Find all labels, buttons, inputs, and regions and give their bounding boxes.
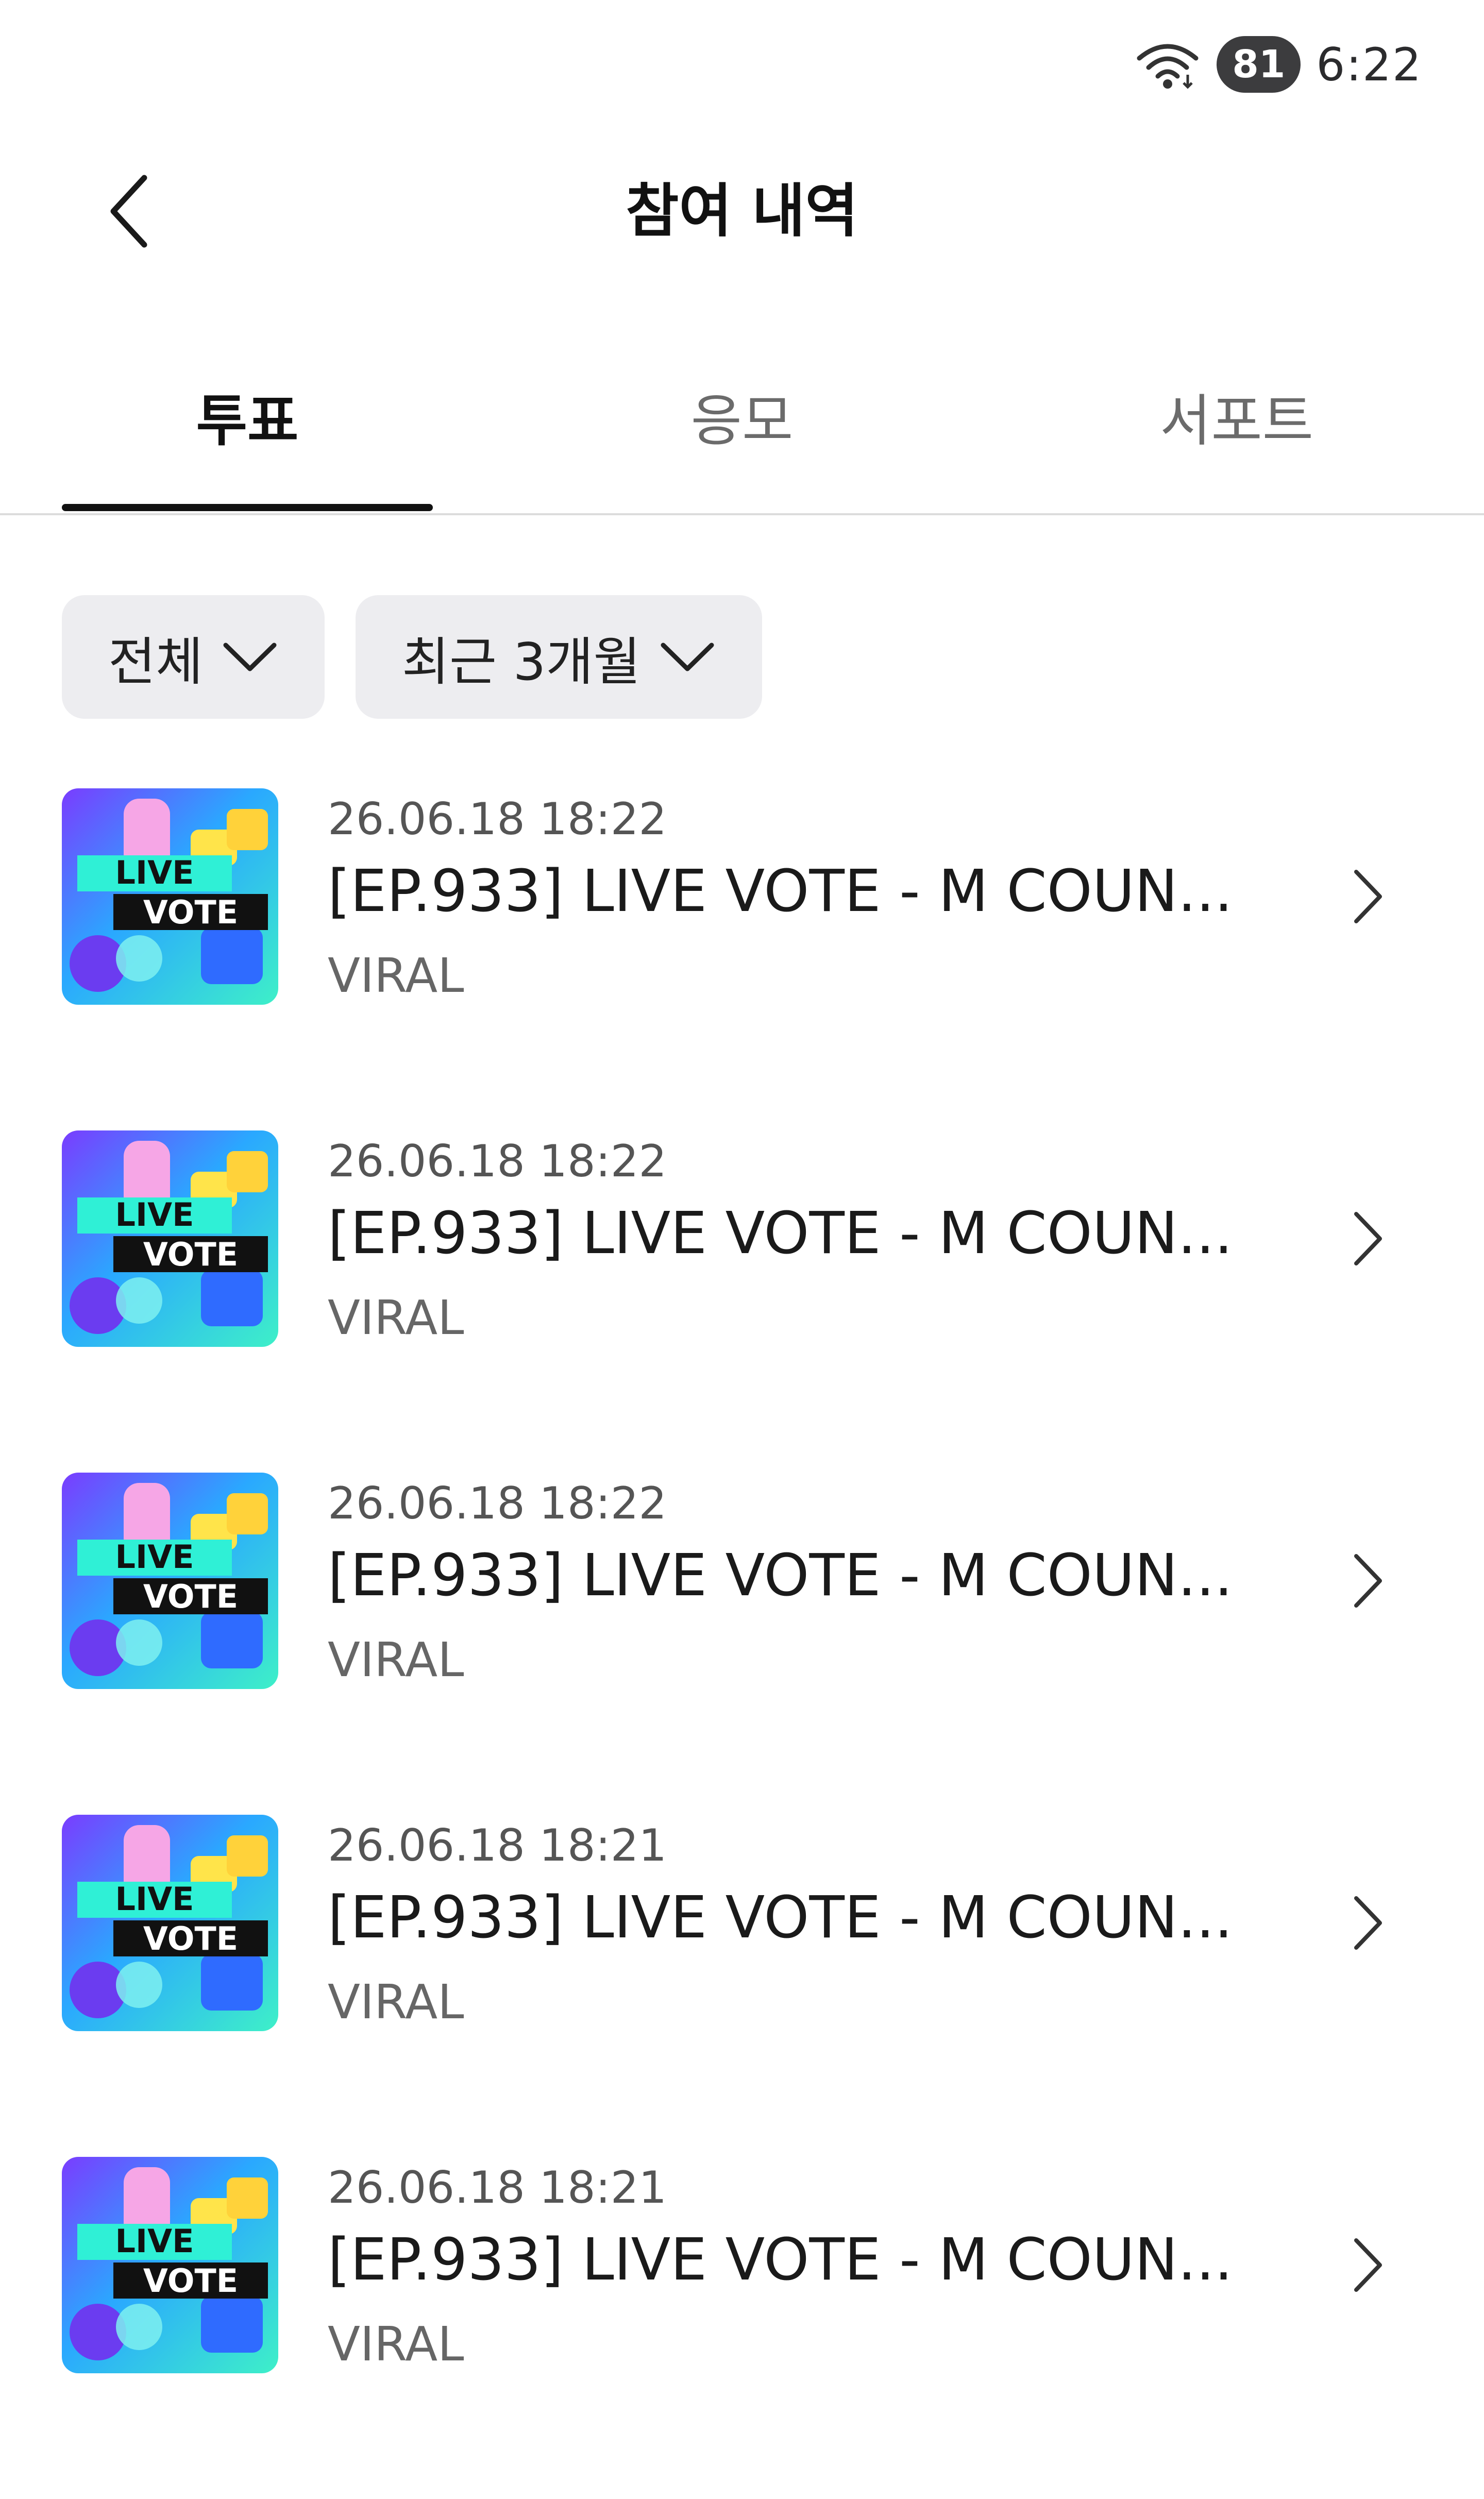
filter-bar: 전체 최근 3개월 xyxy=(62,595,763,719)
live-vote-thumbnail: LIVE VOTE xyxy=(62,788,278,1005)
chevron-down-icon xyxy=(223,643,277,671)
list-item[interactable]: LIVE VOTE 26.06.18 18:22 [EP.933] LIVE V… xyxy=(0,1130,1484,1473)
thumbnail-text-live: LIVE xyxy=(115,854,194,891)
battery-indicator: 81 xyxy=(1217,36,1301,93)
thumbnail-text-vote: VOTE xyxy=(143,2262,238,2300)
participation-list: LIVE VOTE 26.06.18 18:22 [EP.933] LIVE V… xyxy=(0,788,1484,2499)
type-filter-label: 전체 xyxy=(108,631,203,692)
period-filter-dropdown[interactable]: 최근 3개월 xyxy=(356,595,763,719)
item-title: [EP.933] LIVE VOTE - M COUN... xyxy=(328,1884,1233,1951)
item-title: [EP.933] LIVE VOTE - M COUN... xyxy=(328,2226,1233,2293)
item-subtitle: VIRAL xyxy=(328,1632,464,1687)
type-filter-dropdown[interactable]: 전체 xyxy=(62,595,325,719)
thumbnail-text-live: LIVE xyxy=(115,1538,194,1576)
item-title: [EP.933] LIVE VOTE - M COUN... xyxy=(328,1200,1233,1267)
chevron-right-icon xyxy=(1354,1896,1382,1950)
status-bar: 81 6:22 xyxy=(1134,31,1422,98)
item-subtitle: VIRAL xyxy=(328,1974,464,2030)
live-vote-thumbnail: LIVE VOTE xyxy=(62,1130,278,1347)
chevron-down-icon xyxy=(661,643,714,671)
thumbnail-text-vote: VOTE xyxy=(143,1920,238,1957)
item-date: 26.06.18 18:22 xyxy=(328,1136,667,1187)
thumbnail-text-vote: VOTE xyxy=(143,1578,238,1615)
list-item[interactable]: LIVE VOTE 26.06.18 18:22 [EP.933] LIVE V… xyxy=(0,1473,1484,1815)
item-title: [EP.933] LIVE VOTE - M COUN... xyxy=(328,1542,1233,1609)
chevron-right-icon xyxy=(1354,1212,1382,1265)
tab-vote[interactable]: 투표 xyxy=(0,350,495,513)
thumbnail-text-vote: VOTE xyxy=(143,1236,238,1273)
thumbnail-text-vote: VOTE xyxy=(143,893,238,931)
item-date: 26.06.18 18:22 xyxy=(328,793,667,845)
chevron-right-icon xyxy=(1354,1554,1382,1608)
item-subtitle: VIRAL xyxy=(328,948,464,1003)
chevron-right-icon xyxy=(1354,2238,1382,2292)
live-vote-thumbnail: LIVE VOTE xyxy=(62,1815,278,2031)
thumbnail-text-live: LIVE xyxy=(115,1880,194,1918)
item-subtitle: VIRAL xyxy=(328,2317,464,2372)
tab-entry[interactable]: 응모 xyxy=(495,350,989,513)
clock: 6:22 xyxy=(1316,38,1422,91)
item-subtitle: VIRAL xyxy=(328,1290,464,1345)
thumbnail-text-live: LIVE xyxy=(115,1196,194,1234)
period-filter-label: 최근 3개월 xyxy=(402,631,641,692)
live-vote-thumbnail: LIVE VOTE xyxy=(62,1473,278,1689)
item-date: 26.06.18 18:22 xyxy=(328,1478,667,1529)
active-tab-indicator xyxy=(62,504,433,511)
item-date: 26.06.18 18:21 xyxy=(328,2162,667,2214)
chevron-right-icon xyxy=(1354,870,1382,923)
item-title: [EP.933] LIVE VOTE - M COUN... xyxy=(328,858,1233,925)
tab-bar: 투표 응모 서포트 xyxy=(0,350,1484,515)
page-title: 참여 내역 xyxy=(626,178,858,245)
header: 참여 내역 xyxy=(0,149,1484,273)
thumbnail-text-live: LIVE xyxy=(115,2222,194,2260)
tab-support[interactable]: 서포트 xyxy=(989,350,1484,513)
item-date: 26.06.18 18:21 xyxy=(328,1820,667,1871)
live-vote-thumbnail: LIVE VOTE xyxy=(62,2157,278,2373)
list-item[interactable]: LIVE VOTE 26.06.18 18:21 [EP.933] LIVE V… xyxy=(0,2157,1484,2499)
wifi-icon xyxy=(1137,44,1199,89)
list-item[interactable]: LIVE VOTE 26.06.18 18:21 [EP.933] LIVE V… xyxy=(0,1815,1484,2157)
list-item[interactable]: LIVE VOTE 26.06.18 18:22 [EP.933] LIVE V… xyxy=(0,788,1484,1130)
